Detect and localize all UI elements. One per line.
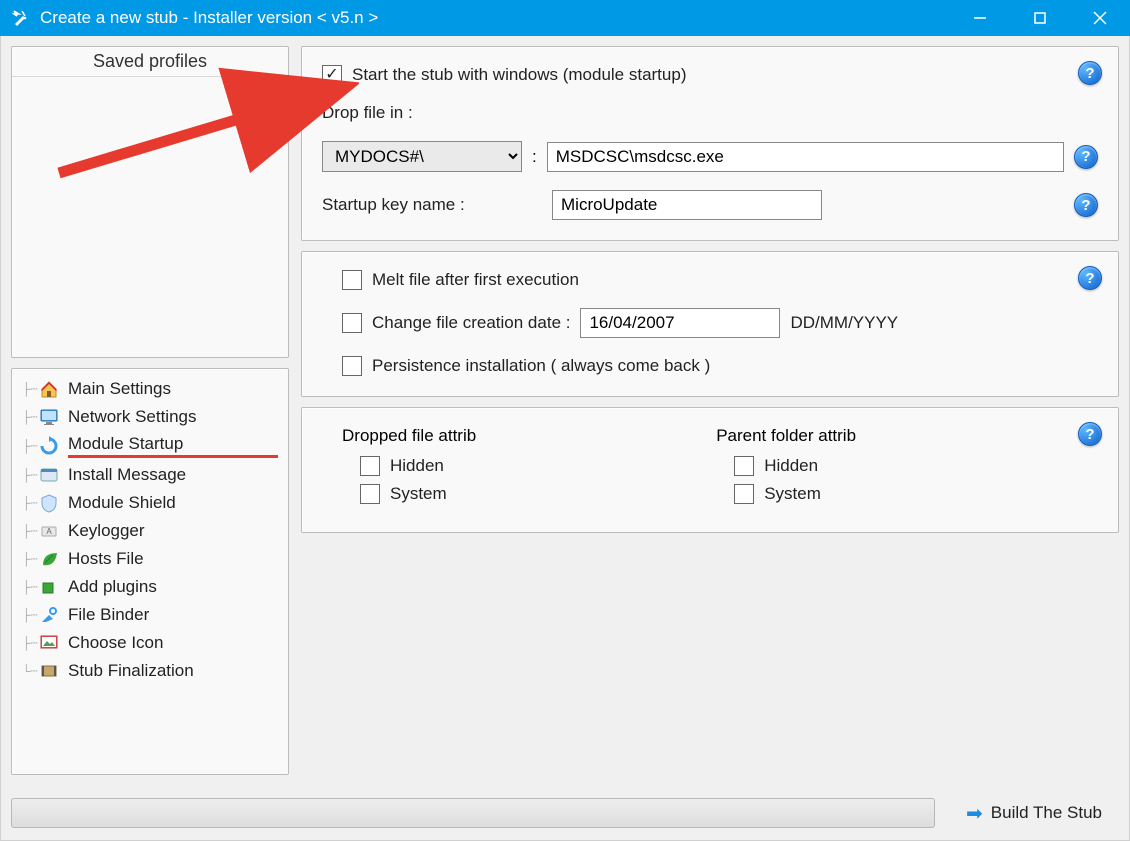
help-icon[interactable]: ? bbox=[1078, 61, 1102, 85]
nav-item-label: Network Settings bbox=[68, 407, 278, 427]
startup-key-label: Startup key name : bbox=[322, 195, 542, 215]
nav-item-keylogger[interactable]: ├┄AKeylogger bbox=[16, 517, 284, 545]
startup-key-input[interactable] bbox=[552, 190, 822, 220]
saved-profiles-label: Saved profiles bbox=[12, 47, 288, 77]
change-date-label: Change file creation date : bbox=[372, 313, 570, 333]
nav-item-main-settings[interactable]: ├┄Main Settings bbox=[16, 375, 284, 403]
nav-item-label: Main Settings bbox=[68, 379, 278, 399]
dropped-attrib-title: Dropped file attrib bbox=[342, 426, 476, 446]
startup-group: ? Start the stub with windows (module st… bbox=[301, 46, 1119, 241]
saved-profiles-panel: Saved profiles bbox=[11, 46, 289, 358]
parent-attrib-title: Parent folder attrib bbox=[716, 426, 856, 446]
melt-file-checkbox[interactable] bbox=[342, 270, 362, 290]
path-separator: : bbox=[532, 147, 537, 167]
melt-file-label: Melt file after first execution bbox=[372, 270, 579, 290]
nav-item-add-plugins[interactable]: ├┄Add plugins bbox=[16, 573, 284, 601]
titlebar: Create a new stub - Installer version < … bbox=[0, 0, 1130, 36]
close-button[interactable] bbox=[1070, 0, 1130, 36]
window-title: Create a new stub - Installer version < … bbox=[40, 8, 950, 28]
help-icon[interactable]: ? bbox=[1078, 266, 1102, 290]
build-stub-label: Build The Stub bbox=[991, 803, 1102, 823]
build-arrow-icon: ➡ bbox=[966, 801, 983, 826]
nav-item-network-settings[interactable]: ├┄Network Settings bbox=[16, 403, 284, 431]
start-with-windows-label: Start the stub with windows (module star… bbox=[352, 65, 686, 85]
help-icon[interactable]: ? bbox=[1074, 193, 1098, 217]
nav-item-label: Install Message bbox=[68, 465, 278, 485]
build-stub-button[interactable]: ➡ Build The Stub bbox=[949, 796, 1119, 830]
film-icon bbox=[38, 660, 60, 682]
image-icon bbox=[38, 632, 60, 654]
nav-item-hosts-file[interactable]: ├┄Hosts File bbox=[16, 545, 284, 573]
nav-item-install-message[interactable]: ├┄Install Message bbox=[16, 461, 284, 489]
nav-item-label: Choose Icon bbox=[68, 633, 278, 653]
leaf-icon bbox=[38, 548, 60, 570]
change-date-checkbox[interactable] bbox=[342, 313, 362, 333]
tool-icon bbox=[38, 604, 60, 626]
start-with-windows-checkbox[interactable] bbox=[322, 65, 342, 85]
file-options-group: ? Melt file after first execution Change… bbox=[301, 251, 1119, 397]
parent-system-checkbox[interactable] bbox=[734, 484, 754, 504]
message-icon bbox=[38, 464, 60, 486]
drop-file-in-label: Drop file in : bbox=[322, 103, 413, 123]
help-icon[interactable]: ? bbox=[1074, 145, 1098, 169]
key-icon: A bbox=[38, 520, 60, 542]
nav-item-label: Add plugins bbox=[68, 577, 278, 597]
minimize-button[interactable] bbox=[950, 0, 1010, 36]
parent-hidden-label: Hidden bbox=[764, 456, 818, 476]
drop-path-input[interactable] bbox=[547, 142, 1064, 172]
dropped-system-label: System bbox=[390, 484, 447, 504]
refresh-icon bbox=[38, 435, 60, 457]
app-icon bbox=[10, 7, 32, 29]
puzzle-icon bbox=[38, 576, 60, 598]
nav-item-label: Module Startup bbox=[68, 434, 278, 458]
drop-folder-select[interactable]: MYDOCS#\ bbox=[322, 141, 522, 172]
nav-item-label: Module Shield bbox=[68, 493, 278, 513]
help-icon[interactable]: ? bbox=[1078, 422, 1102, 446]
shield-icon bbox=[38, 492, 60, 514]
dropped-system-checkbox[interactable] bbox=[360, 484, 380, 504]
dropped-hidden-checkbox[interactable] bbox=[360, 456, 380, 476]
nav-item-stub-finalization[interactable]: └┄Stub Finalization bbox=[16, 657, 284, 685]
dropped-hidden-label: Hidden bbox=[390, 456, 444, 476]
creation-date-input[interactable] bbox=[580, 308, 780, 338]
attrib-group: ? Dropped file attrib Hidden System bbox=[301, 407, 1119, 533]
maximize-button[interactable] bbox=[1010, 0, 1070, 36]
nav-item-label: Keylogger bbox=[68, 521, 278, 541]
parent-system-label: System bbox=[764, 484, 821, 504]
nav-item-choose-icon[interactable]: ├┄Choose Icon bbox=[16, 629, 284, 657]
parent-hidden-checkbox[interactable] bbox=[734, 456, 754, 476]
home-icon bbox=[38, 378, 60, 400]
date-format-hint: DD/MM/YYYY bbox=[790, 313, 898, 333]
nav-item-label: File Binder bbox=[68, 605, 278, 625]
nav-item-label: Hosts File bbox=[68, 549, 278, 569]
monitor-icon bbox=[38, 406, 60, 428]
persistence-checkbox[interactable] bbox=[342, 356, 362, 376]
nav-item-module-startup[interactable]: ├┄Module Startup bbox=[16, 431, 284, 461]
nav-item-label: Stub Finalization bbox=[68, 661, 278, 681]
nav-panel: ├┄Main Settings├┄Network Settings├┄Modul… bbox=[11, 368, 289, 775]
persistence-label: Persistence installation ( always come b… bbox=[372, 356, 710, 376]
nav-item-file-binder[interactable]: ├┄File Binder bbox=[16, 601, 284, 629]
build-progress bbox=[11, 798, 935, 828]
nav-item-module-shield[interactable]: ├┄Module Shield bbox=[16, 489, 284, 517]
svg-text:A: A bbox=[46, 527, 52, 536]
